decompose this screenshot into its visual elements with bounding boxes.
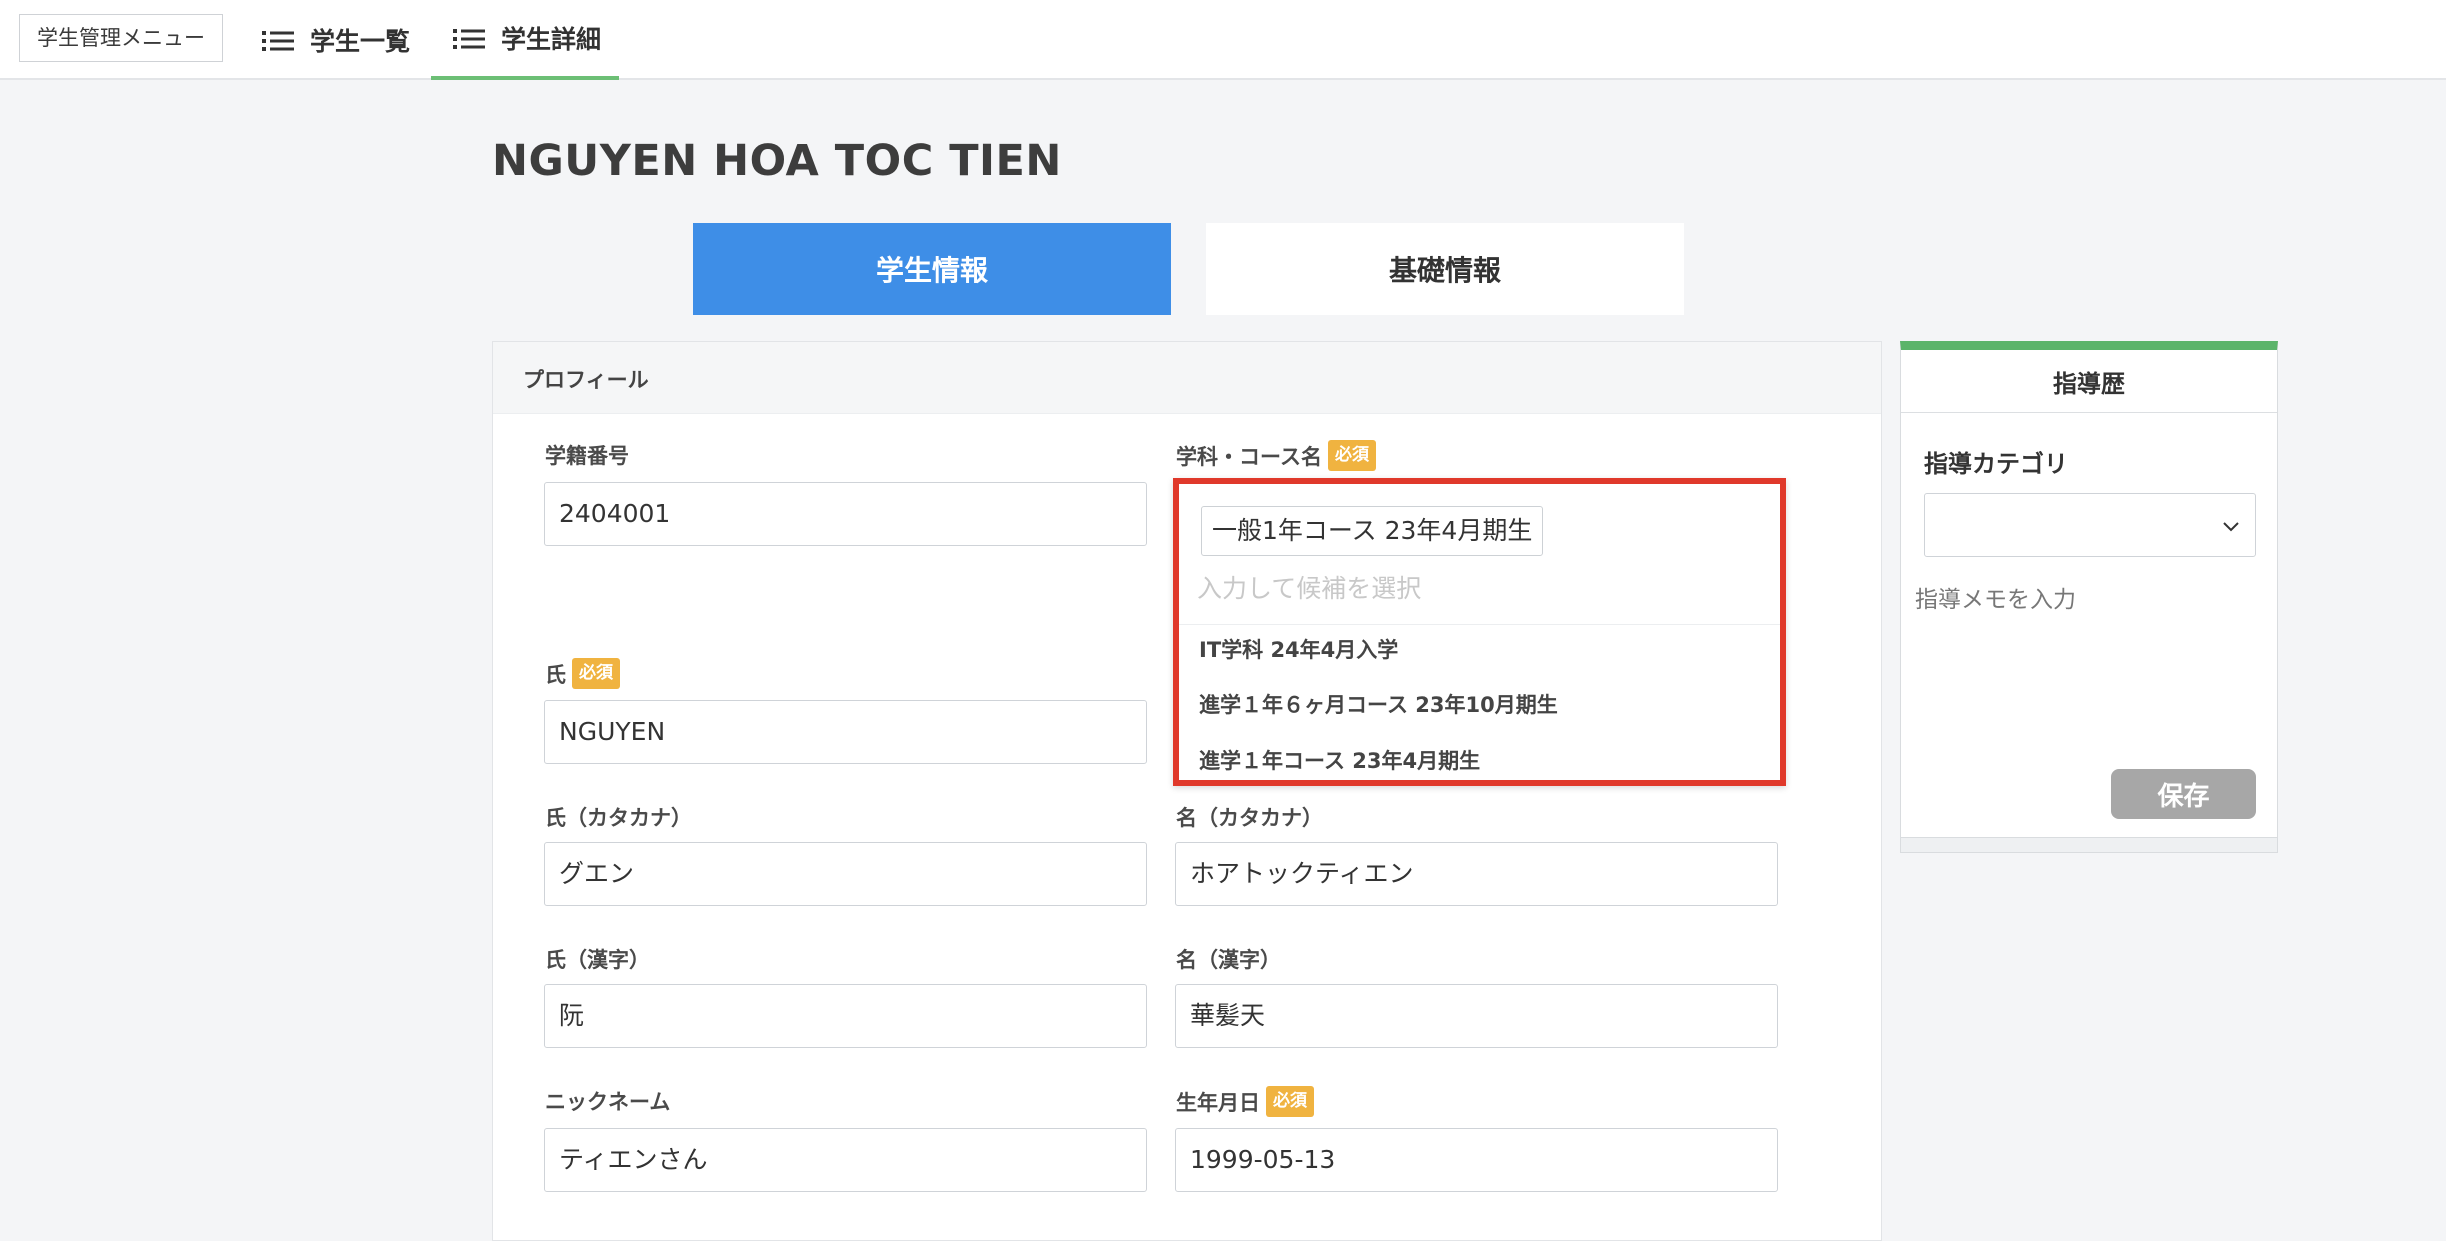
student-no-label-text: 学籍番号 bbox=[545, 444, 629, 468]
birthday-label-text: 生年月日 bbox=[1176, 1090, 1260, 1115]
list-icon bbox=[262, 29, 294, 51]
student-menu-button[interactable]: 学生管理メニュー bbox=[19, 14, 223, 62]
last-name-kanji-label: 氏（漢字） bbox=[545, 948, 650, 972]
first-name-kana-label: 名（カタカナ） bbox=[1176, 806, 1323, 830]
guidance-panel-footer bbox=[1901, 837, 2277, 852]
last-name-kanji-field[interactable]: 阮 bbox=[544, 984, 1147, 1048]
course-select[interactable]: 一般1年コース 23年4月期生 IT学科 24年4月入学 進学１年６ヶ月コース … bbox=[1173, 478, 1786, 786]
top-nav: 学生管理メニュー 学生一覧 学生詳細 bbox=[0, 0, 2446, 80]
page-title: NGUYEN HOA TOC TIEN bbox=[492, 136, 1062, 186]
selected-course-tag[interactable]: 一般1年コース 23年4月期生 bbox=[1201, 506, 1544, 556]
student-no-field[interactable]: 2404001 bbox=[544, 482, 1147, 546]
course-label: 学科・コース名 必須 bbox=[1176, 440, 1376, 471]
tab-student-list[interactable]: 学生一覧 bbox=[262, 0, 432, 80]
course-search-input[interactable] bbox=[1197, 574, 1697, 603]
nickname-label: ニックネーム bbox=[545, 1090, 671, 1114]
birthday-label: 生年月日 必須 bbox=[1176, 1086, 1314, 1117]
first-name-kanji-label: 名（漢字） bbox=[1176, 948, 1281, 972]
last-name-label-text: 氏 bbox=[545, 662, 566, 687]
nickname-field[interactable]: ティエンさん bbox=[544, 1128, 1147, 1192]
last-name-kana-label: 氏（カタカナ） bbox=[545, 806, 692, 830]
guidance-title: 指導歴 bbox=[1901, 350, 2277, 413]
tab-student-detail-label: 学生詳細 bbox=[501, 25, 602, 54]
course-option[interactable]: IT学科 24年4月入学 bbox=[1199, 634, 1398, 664]
list-icon bbox=[453, 27, 485, 49]
save-button[interactable]: 保存 bbox=[2111, 769, 2256, 819]
guidance-memo-input[interactable] bbox=[1915, 580, 2255, 740]
last-name-label: 氏 必須 bbox=[545, 658, 620, 689]
course-label-text: 学科・コース名 bbox=[1176, 444, 1322, 469]
required-badge: 必須 bbox=[1327, 440, 1376, 471]
course-option[interactable]: 進学１年６ヶ月コース 23年10月期生 bbox=[1199, 689, 1558, 719]
profile-panel-title: プロフィール bbox=[523, 368, 649, 392]
first-name-kana-field[interactable]: ホアトックティエン bbox=[1175, 842, 1778, 906]
last-name-field[interactable]: NGUYEN bbox=[544, 700, 1147, 764]
tab-basic-info[interactable]: 基礎情報 bbox=[1206, 223, 1684, 315]
dropdown-divider bbox=[1179, 624, 1780, 625]
tab-student-detail[interactable]: 学生詳細 bbox=[431, 0, 619, 80]
first-name-kanji-field[interactable]: 華髪天 bbox=[1175, 984, 1778, 1048]
profile-panel-header: プロフィール bbox=[493, 342, 1881, 414]
course-option[interactable]: 進学１年コース 23年4月期生 bbox=[1199, 745, 1480, 775]
guidance-category-select[interactable] bbox=[1924, 493, 2256, 557]
required-badge: 必須 bbox=[1266, 1086, 1314, 1117]
required-badge: 必須 bbox=[572, 658, 620, 689]
tab-student-list-label: 学生一覧 bbox=[310, 27, 411, 56]
last-name-kana-field[interactable]: グエン bbox=[544, 842, 1147, 906]
chevron-down-icon bbox=[2221, 516, 2241, 536]
tab-student-info[interactable]: 学生情報 bbox=[693, 223, 1171, 315]
guidance-panel: 指導歴 指導カテゴリ 保存 bbox=[1900, 341, 2278, 853]
birthday-field[interactable]: 1999-05-13 bbox=[1175, 1128, 1778, 1192]
student-no-label: 学籍番号 bbox=[545, 440, 629, 470]
guidance-category-label: 指導カテゴリ bbox=[1924, 450, 2068, 478]
